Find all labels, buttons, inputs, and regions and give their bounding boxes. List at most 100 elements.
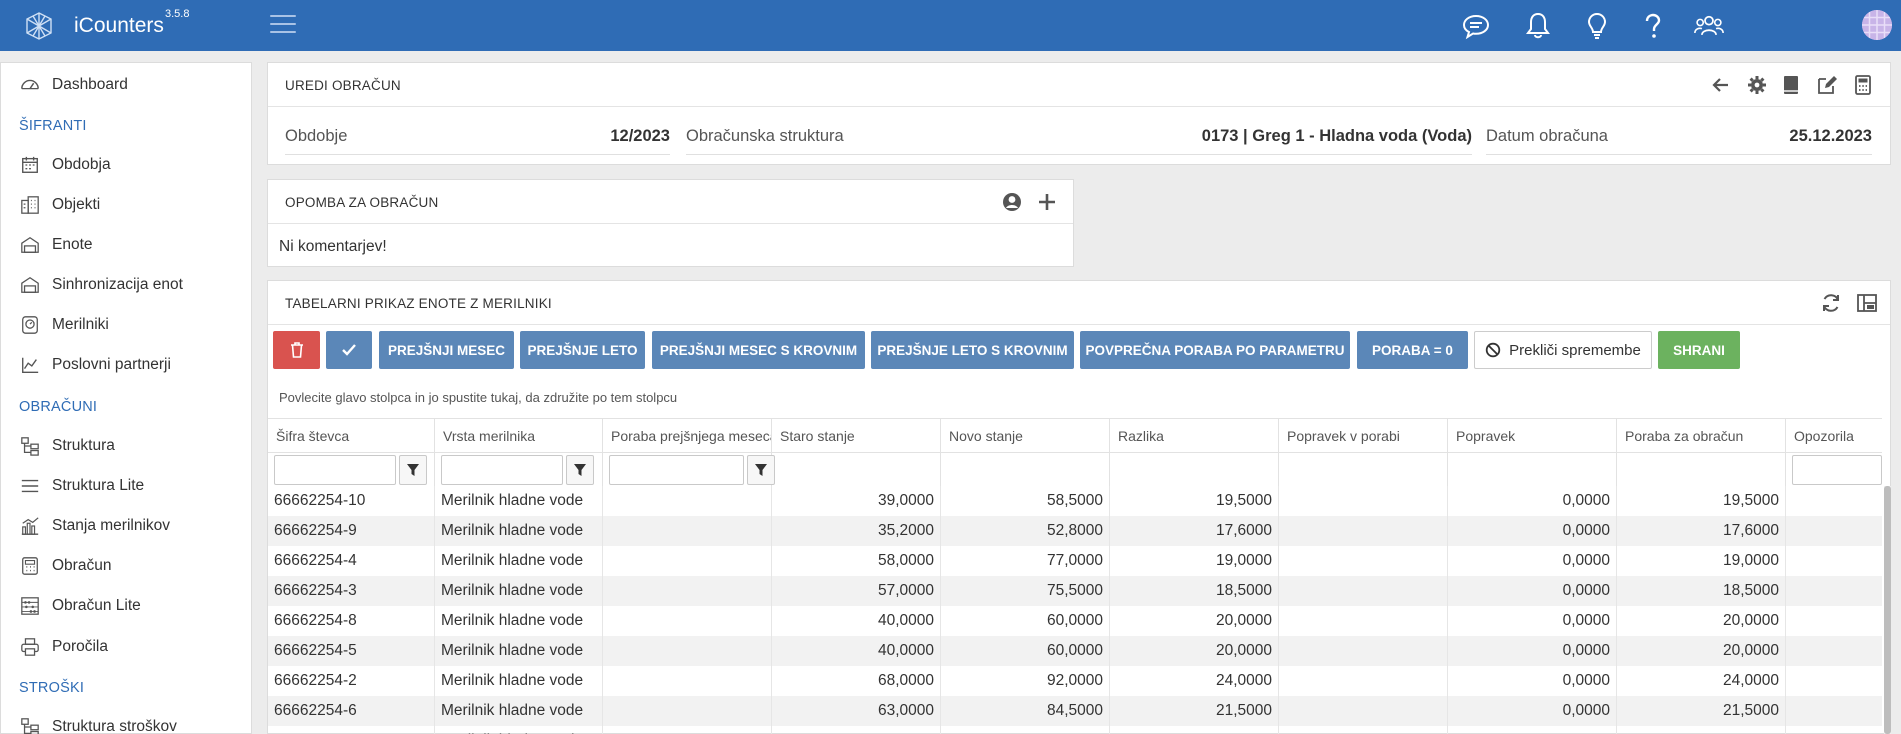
usage-zero-button[interactable]: PORABA = 0 (1357, 331, 1468, 369)
table-cell[interactable]: 19,0000 (1110, 546, 1279, 576)
column-header-popravek-v-porabi[interactable]: Popravek v porabi (1279, 419, 1448, 454)
table-cell[interactable] (1279, 486, 1448, 516)
table-row[interactable]: 66662254-9 Merilnik hladne vode 35,2000 52,… (268, 516, 1882, 546)
delete-button[interactable] (273, 331, 320, 369)
help-icon[interactable] (1638, 11, 1668, 41)
table-row[interactable]: 66662254-10 Merilnik hladne vode 39,0000 58… (268, 486, 1882, 516)
table-cell[interactable] (1786, 546, 1882, 576)
edit-icon[interactable] (1816, 74, 1838, 96)
table-cell[interactable]: 0,0000 (1448, 546, 1617, 576)
table-cell[interactable]: 39,0000 (772, 486, 941, 516)
user-circle-icon[interactable] (1001, 191, 1023, 213)
table-cell[interactable] (1279, 696, 1448, 726)
table-cell[interactable]: 0,0000 (1448, 486, 1617, 516)
table-cell[interactable]: 21,5000 (1110, 696, 1279, 726)
users-icon[interactable] (1694, 11, 1724, 41)
filter-input-sifra[interactable] (274, 455, 396, 485)
gear-icon[interactable] (1746, 74, 1768, 96)
table-cell[interactable]: 66662254-5 (268, 636, 435, 666)
refresh-icon[interactable] (1820, 292, 1842, 314)
table-row[interactable]: 66662254-2 Merilnik hladne vode 68,0000 92,… (268, 666, 1882, 696)
table-row[interactable]: 66662254-5 Merilnik hladne vode 40,0000 60,… (268, 636, 1882, 666)
confirm-button[interactable] (326, 331, 372, 369)
table-cell[interactable]: 19,5000 (1617, 486, 1786, 516)
table-cell[interactable]: Merilnik hladne vode (435, 516, 603, 546)
table-cell[interactable]: 66662254-9 (268, 516, 435, 546)
filter-input-opozorila[interactable] (1792, 455, 1882, 485)
table-cell[interactable] (1786, 666, 1882, 696)
filter-input-poraba-prejsnja[interactable] (609, 455, 744, 485)
table-cell[interactable]: 0,0000 (1448, 666, 1617, 696)
table-cell[interactable] (268, 726, 435, 734)
save-button[interactable]: SHRANI (1658, 331, 1740, 369)
table-cell[interactable]: 92,0000 (941, 666, 1110, 696)
column-header-popravek[interactable]: Popravek (1448, 419, 1617, 454)
table-cell[interactable] (1279, 576, 1448, 606)
table-cell[interactable] (603, 666, 772, 696)
average-usage-button[interactable]: POVPREČNA PORABA PO PARAMETRU (1080, 331, 1350, 369)
cancel-changes-button[interactable]: Prekliči spremembe (1474, 331, 1652, 369)
table-cell[interactable] (1448, 726, 1617, 734)
table-cell[interactable] (603, 696, 772, 726)
table-cell[interactable]: 0,0000 (1448, 516, 1617, 546)
table-cell[interactable] (1786, 486, 1882, 516)
sidebar-item-dashboard[interactable]: Dashboard (19, 71, 128, 99)
table-cell[interactable]: 77,0000 (941, 546, 1110, 576)
prev-year-roof-button[interactable]: PREJŠNJE LETO S KROVNIM (871, 331, 1074, 369)
prev-month-button[interactable]: PREJŠNJI MESEC (379, 331, 514, 369)
table-cell[interactable]: 18,5000 (1617, 576, 1786, 606)
column-header-vrsta[interactable]: Vrsta merilnika (435, 419, 603, 454)
table-cell[interactable]: 40,0000 (772, 606, 941, 636)
table-cell[interactable] (1279, 636, 1448, 666)
table-cell[interactable]: 60,0000 (941, 606, 1110, 636)
column-header-razlika[interactable]: Razlika (1110, 419, 1279, 454)
table-cell[interactable]: Merilnik hladne vode (435, 696, 603, 726)
sidebar-item-enote[interactable]: Enote (19, 231, 93, 259)
sidebar-item-sinhronizacija-enot[interactable]: Sinhronizacija enot (19, 271, 183, 299)
table-cell[interactable]: 20,0000 (1617, 636, 1786, 666)
table-cell[interactable] (772, 726, 941, 734)
filter-input-vrsta[interactable] (441, 455, 563, 485)
table-cell[interactable]: 66662254-6 (268, 696, 435, 726)
lightbulb-icon[interactable] (1582, 11, 1612, 41)
user-avatar[interactable] (1862, 10, 1892, 40)
table-cell[interactable]: 66662254-8 (268, 606, 435, 636)
table-cell[interactable]: 20,0000 (1617, 606, 1786, 636)
table-cell[interactable] (603, 486, 772, 516)
table-cell[interactable]: 0,0000 (1448, 606, 1617, 636)
sidebar-item-struktura-lite[interactable]: Struktura Lite (19, 472, 144, 500)
column-header-novo-stanje[interactable]: Novo stanje (941, 419, 1110, 454)
table-cell[interactable] (1617, 726, 1786, 734)
calculator-icon[interactable] (1852, 74, 1874, 96)
sidebar-item-struktura[interactable]: Struktura (19, 432, 115, 460)
menu-toggle-icon[interactable] (270, 15, 296, 35)
table-cell[interactable] (1279, 606, 1448, 636)
table-cell[interactable] (941, 726, 1110, 734)
table-cell[interactable] (603, 576, 772, 606)
table-row[interactable]: 66662254-3 Merilnik hladne vode 57,0000 75,… (268, 576, 1882, 606)
table-cell[interactable] (1110, 726, 1279, 734)
table-cell[interactable] (603, 516, 772, 546)
table-cell[interactable]: 40,0000 (772, 636, 941, 666)
table-cell[interactable]: Merilnik hladne vode (435, 666, 603, 696)
table-cell[interactable]: Merilnik hladne vode (435, 606, 603, 636)
filter-button[interactable] (747, 455, 775, 485)
sidebar-item-obdobja[interactable]: Obdobja (19, 151, 111, 179)
table-cell[interactable]: 0,0000 (1448, 696, 1617, 726)
plus-icon[interactable] (1036, 191, 1058, 213)
table-cell[interactable] (1279, 546, 1448, 576)
table-cell[interactable]: 0,0000 (1448, 636, 1617, 666)
table-cell[interactable]: 60,0000 (941, 636, 1110, 666)
column-header-sifra[interactable]: Šifra števca (268, 419, 435, 454)
prev-year-button[interactable]: PREJŠNJE LETO (520, 331, 645, 369)
table-cell[interactable]: 57,0000 (772, 576, 941, 606)
table-cell[interactable]: 17,6000 (1110, 516, 1279, 546)
table-row[interactable]: 66662254-4 Merilnik hladne vode 58,0000 77,… (268, 546, 1882, 576)
table-cell[interactable]: 84,5000 (941, 696, 1110, 726)
table-row[interactable]: 66662254-8 Merilnik hladne vode 40,0000 60,… (268, 606, 1882, 636)
sidebar-item-obracun-lite[interactable]: Obračun Lite (19, 592, 141, 620)
table-row[interactable]: 66662254-6 Merilnik hladne vode 63,0000 84,… (268, 696, 1882, 726)
table-cell[interactable]: 66662254-10 (268, 486, 435, 516)
sidebar-item-porocila[interactable]: Poročila (19, 633, 108, 661)
sidebar-item-merilniki[interactable]: Merilniki (19, 311, 109, 339)
